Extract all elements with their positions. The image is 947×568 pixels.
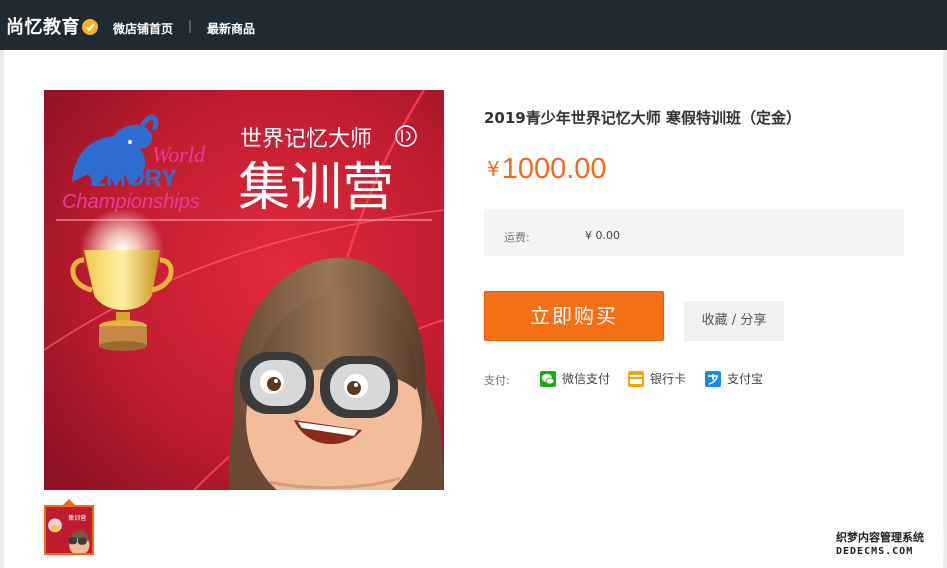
svg-text:世界记忆大师: 世界记忆大师 [240, 127, 372, 152]
payment-label: 支付: [484, 374, 510, 387]
nav-new-products-link[interactable]: 最新商品 [207, 20, 255, 37]
svg-text:集训营: 集训营 [238, 158, 394, 218]
product-price: ¥1000.00 [487, 153, 607, 186]
product-thumbnail[interactable]: 集训营 [44, 505, 94, 555]
payment-method-alipay: 支付宝 [705, 370, 763, 387]
check-badge-icon [82, 19, 98, 35]
watermark: 织梦内容管理系统 DEDECMS.COM [836, 531, 944, 559]
product-title: 2019青少年世界记忆大师 寒假特训班（定金） [484, 109, 801, 127]
wechat-pay-icon [540, 370, 556, 387]
shop-name[interactable]: 尚忆教育 [6, 13, 80, 39]
favorite-share-button[interactable]: 收藏 / 分享 [684, 301, 784, 341]
svg-text:World: World [152, 142, 206, 167]
currency-symbol: ¥ [487, 157, 500, 181]
price-amount: 1000.00 [501, 153, 607, 185]
shipping-value: ¥ 0.00 [585, 229, 620, 242]
svg-text:EMORY: EMORY [90, 165, 177, 192]
product-main-image[interactable]: World EMORY Championships 世界记忆大师 集训营 [44, 90, 444, 490]
payment-method-bank: 银行卡 [628, 370, 686, 387]
svg-text:集训营: 集训营 [68, 514, 86, 522]
shipping-label: 运费: [504, 231, 530, 244]
watermark-line-2: DEDECMS.COM [836, 546, 914, 557]
watermark-line-1: 织梦内容管理系统 [836, 531, 924, 544]
payment-method-label: 微信支付 [562, 372, 611, 386]
alipay-icon [705, 370, 721, 387]
payment-method-label: 银行卡 [650, 372, 687, 386]
shipping-box: 运费: ¥ 0.00 [484, 209, 904, 256]
nav-shop-home-link[interactable]: 微店铺首页 [113, 20, 173, 37]
payment-method-wechat: 微信支付 [540, 370, 610, 387]
payment-method-label: 支付宝 [727, 372, 764, 386]
nav-separator: | [188, 19, 193, 33]
buy-now-button[interactable]: 立即购买 [484, 291, 664, 341]
bank-card-icon [628, 370, 644, 387]
top-nav-bar: 尚忆教育 微店铺首页 | 最新商品 [0, 0, 947, 50]
